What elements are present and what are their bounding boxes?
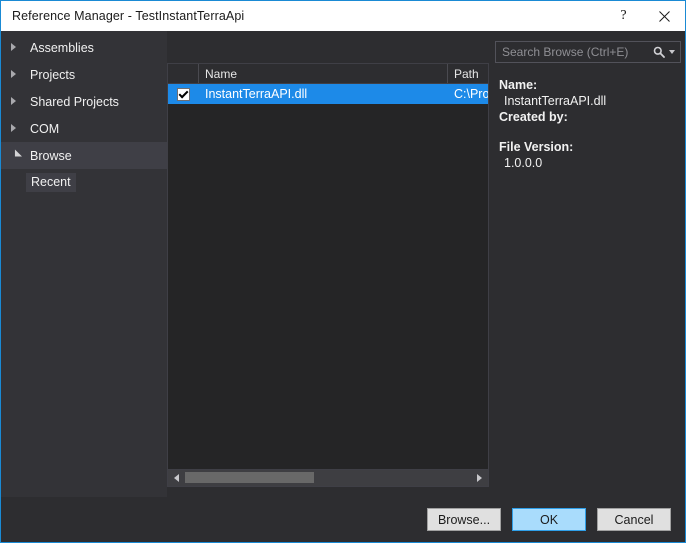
list-column-header: Name Path [168, 64, 488, 84]
search-input[interactable]: Search Browse (Ctrl+E) [496, 45, 653, 59]
sidebar-item-label: Browse [30, 148, 72, 163]
search-box[interactable]: Search Browse (Ctrl+E) [495, 41, 681, 63]
category-tree: Assemblies Projects Shared Projects COM … [1, 31, 167, 497]
sidebar-item-recent[interactable]: Recent [1, 169, 167, 195]
cancel-button[interactable]: Cancel [597, 508, 671, 531]
chevron-right-icon[interactable] [9, 70, 28, 79]
browse-button[interactable]: Browse... [427, 508, 501, 531]
detail-spacer [499, 125, 681, 139]
sidebar-item-label: Recent [26, 172, 76, 192]
sidebar-item-assemblies[interactable]: Assemblies [1, 34, 167, 61]
details-pane: Search Browse (Ctrl+E) Name: InstantTerr… [489, 31, 685, 497]
scrollbar-track[interactable] [185, 470, 471, 486]
sidebar-item-com[interactable]: COM [1, 115, 167, 142]
detail-created-by-label: Created by: [499, 110, 568, 124]
chevron-right-icon[interactable] [9, 43, 28, 52]
sidebar-item-label: Assemblies [30, 40, 94, 55]
close-icon [659, 10, 670, 22]
title-bar[interactable]: Reference Manager - TestInstantTerraApi … [1, 1, 685, 31]
reference-manager-dialog: Reference Manager - TestInstantTerraApi … [0, 0, 686, 543]
search-icon[interactable] [653, 46, 665, 58]
dialog-body: Assemblies Projects Shared Projects COM … [1, 31, 685, 497]
scroll-right-button[interactable] [471, 470, 488, 486]
chevron-down-icon[interactable] [9, 149, 28, 161]
chevron-right-icon[interactable] [9, 97, 28, 106]
list-body: InstantTerraAPI.dll C:\Pro [168, 84, 488, 469]
row-name-cell: InstantTerraAPI.dll [205, 87, 308, 101]
detail-file-version-value: 1.0.0.0 [504, 156, 543, 170]
dialog-footer: Browse... OK Cancel [1, 497, 685, 542]
detail-name-label: Name: [499, 78, 538, 92]
chevron-right-icon[interactable] [9, 124, 28, 133]
arrow-right-icon [477, 474, 482, 482]
checkbox-checked-icon[interactable] [177, 87, 190, 101]
sidebar-item-projects[interactable]: Projects [1, 61, 167, 88]
sidebar-item-label: Projects [30, 67, 76, 82]
ok-button[interactable]: OK [512, 508, 586, 531]
scroll-left-button[interactable] [168, 470, 185, 486]
column-header-path[interactable]: Path [448, 64, 488, 83]
assembly-details: Name: InstantTerraAPI.dll Created by: Fi… [495, 77, 681, 171]
window-title: Reference Manager - TestInstantTerraApi [12, 9, 245, 23]
search-box-icons [653, 46, 680, 58]
detail-file-version-label: File Version: [499, 140, 574, 154]
column-header-name[interactable]: Name [199, 64, 448, 83]
sidebar-item-label: Shared Projects [30, 94, 119, 109]
horizontal-scrollbar[interactable] [168, 469, 488, 486]
column-header-checkbox[interactable] [168, 64, 199, 83]
arrow-left-icon [174, 474, 179, 482]
detail-name-value: InstantTerraAPI.dll [504, 94, 607, 108]
close-button[interactable] [644, 1, 685, 31]
chevron-down-icon[interactable] [669, 50, 675, 54]
sidebar-item-browse[interactable]: Browse [1, 142, 167, 169]
help-button[interactable]: ? [603, 1, 644, 31]
sidebar-item-shared-projects[interactable]: Shared Projects [1, 88, 167, 115]
title-bar-buttons: ? [603, 1, 685, 31]
table-row[interactable]: InstantTerraAPI.dll C:\Pro [168, 84, 488, 104]
row-path-cell: C:\Pro [454, 87, 488, 101]
scrollbar-thumb[interactable] [185, 472, 314, 483]
question-mark-icon: ? [620, 8, 627, 23]
sidebar-item-label: COM [30, 121, 60, 136]
reference-list-panel: Name Path InstantTerraAPI.dll C:\Pro [167, 63, 489, 487]
row-checkbox-cell[interactable] [168, 87, 199, 101]
